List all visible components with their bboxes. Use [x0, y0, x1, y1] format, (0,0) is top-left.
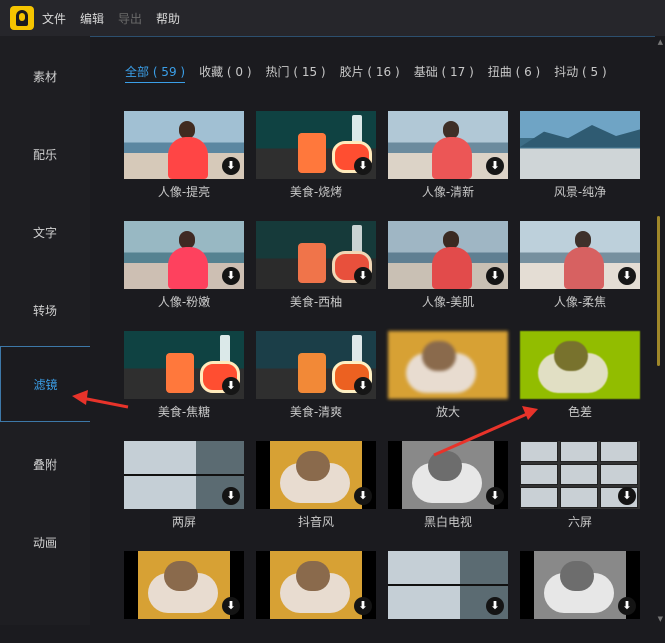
arrow-to-chromatic-filter — [433, 406, 538, 457]
annotation-arrows — [72, 390, 538, 457]
arrow-to-filter-tab — [72, 390, 129, 409]
